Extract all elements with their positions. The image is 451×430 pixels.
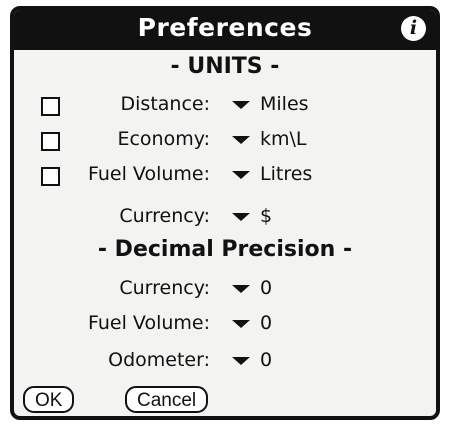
dropdown-arrow-icon <box>232 101 250 109</box>
dropdown-arrow-icon <box>232 320 250 328</box>
fuel-volume-precision-label: Fuel Volume: <box>87 312 210 334</box>
currency-row: Currency: $ <box>14 202 436 236</box>
currency-precision-value: 0 <box>260 277 273 299</box>
cancel-button[interactable]: Cancel <box>125 386 209 413</box>
odometer-precision-label: Odometer: <box>108 349 210 371</box>
info-icon[interactable]: i <box>401 16 426 41</box>
currency-value: $ <box>260 205 273 227</box>
ok-button[interactable]: OK <box>23 386 75 413</box>
dropdown-arrow-icon <box>232 213 250 221</box>
distance-row: Distance: Miles <box>14 90 436 124</box>
fuel-volume-precision-value: 0 <box>260 312 273 334</box>
currency-label: Currency: <box>119 205 210 227</box>
distance-label: Distance: <box>120 93 210 115</box>
precision-heading: - Decimal Precision - <box>97 237 353 262</box>
dropdown-arrow-icon <box>232 136 250 144</box>
dropdown-arrow-icon <box>232 357 250 365</box>
fuel-volume-row: Fuel Volume: Litres <box>14 160 436 194</box>
dropdown-arrow-icon <box>232 171 250 179</box>
currency-precision-label: Currency: <box>119 277 210 299</box>
economy-value: km\L <box>260 128 307 150</box>
fuel-volume-label: Fuel Volume: <box>87 163 210 185</box>
economy-row: Economy: km\L <box>14 125 436 159</box>
dialog-title: Preferences <box>137 13 313 42</box>
currency-precision-row: Currency: 0 <box>14 274 436 308</box>
fuel-volume-value: Litres <box>260 163 313 185</box>
odometer-precision-row: Odometer: 0 <box>14 346 436 380</box>
economy-label: Economy: <box>117 128 210 150</box>
economy-checkbox[interactable] <box>41 132 60 151</box>
distance-value: Miles <box>260 93 309 115</box>
dropdown-arrow-icon <box>232 285 250 293</box>
odometer-precision-value: 0 <box>260 349 273 371</box>
units-heading: - UNITS - <box>170 54 280 79</box>
title-bar: Preferences i <box>14 10 436 50</box>
fuel-volume-checkbox[interactable] <box>41 167 60 186</box>
fuel-volume-precision-row: Fuel Volume: 0 <box>14 309 436 343</box>
preferences-dialog: Preferences i - UNITS - Distance: Miles … <box>10 6 440 420</box>
distance-checkbox[interactable] <box>41 97 60 116</box>
